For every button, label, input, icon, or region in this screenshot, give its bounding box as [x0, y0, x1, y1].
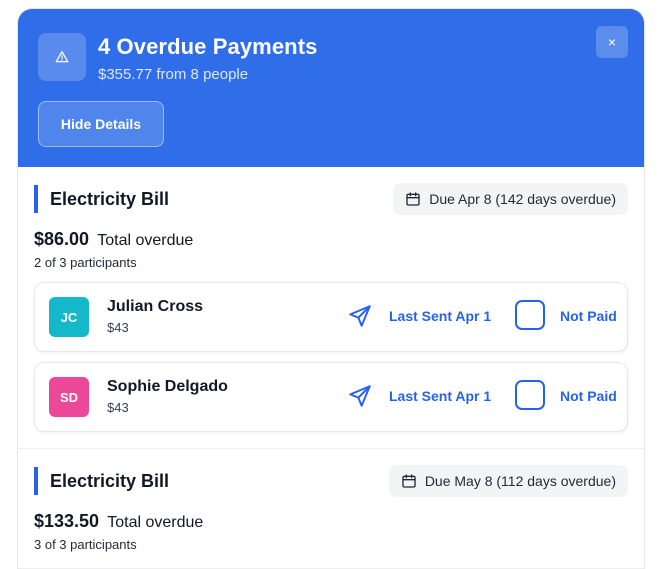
avatar: JC [49, 297, 89, 337]
bill-card: Electricity Bill Due Apr 8 (142 days ove… [18, 167, 644, 449]
overdue-label: Total overdue [107, 514, 204, 531]
overdue-label: Total overdue [97, 232, 194, 249]
participant-name: Julian Cross [107, 298, 204, 315]
overdue-amount: $133.50 [34, 511, 100, 531]
due-date-badge: Due Apr 8 (142 days overdue) [393, 183, 628, 215]
due-text: Due May 8 (112 days overdue) [424, 473, 616, 489]
due-date-badge: Due May 8 (112 days overdue) [388, 465, 628, 497]
calendar-icon [402, 474, 416, 488]
overdue-summary: $355.77 from 8 people [98, 66, 249, 83]
participant-row: JC Julian Cross $43 Last Sent Apr 1 Not … [34, 282, 628, 352]
close-icon: × [607, 34, 617, 50]
avatar: SD [49, 377, 89, 417]
last-sent-link[interactable]: Last Sent Apr 1 [389, 388, 491, 404]
paid-checkbox[interactable] [515, 300, 545, 330]
payment-status: Not Paid [560, 308, 617, 324]
send-reminder-icon[interactable] [347, 303, 373, 329]
total-overdue: $133.50 Total overdue [34, 511, 628, 532]
participant-amount: $43 [107, 320, 129, 335]
page-title: 4 Overdue Payments [98, 34, 318, 59]
hide-details-button[interactable]: Hide Details [38, 101, 164, 147]
calendar-icon [406, 192, 420, 206]
participants-count: 2 of 3 participants [34, 255, 137, 270]
send-reminder-icon[interactable] [347, 383, 373, 409]
participants-count: 3 of 3 participants [34, 537, 137, 552]
paid-checkbox[interactable] [515, 380, 545, 410]
participant-amount: $43 [107, 400, 129, 415]
participant-name: Sophie Delgado [107, 378, 228, 395]
last-sent-link[interactable]: Last Sent Apr 1 [389, 308, 491, 324]
overdue-amount: $86.00 [34, 229, 90, 249]
bill-name: Electricity Bill [34, 467, 169, 495]
warning-icon [38, 33, 86, 81]
overdue-payments-panel: 4 Overdue Payments $355.77 from 8 people… [18, 9, 644, 569]
bill-name: Electricity Bill [34, 185, 169, 213]
payment-status: Not Paid [560, 388, 617, 404]
participant-row: SD Sophie Delgado $43 Last Sent Apr 1 No… [34, 362, 628, 432]
total-overdue: $86.00 Total overdue [34, 229, 628, 250]
close-button[interactable]: × [596, 26, 628, 58]
panel-header: 4 Overdue Payments $355.77 from 8 people… [18, 9, 644, 167]
due-text: Due Apr 8 (142 days overdue) [429, 191, 616, 207]
bill-card: Electricity Bill Due May 8 (112 days ove… [18, 449, 644, 569]
